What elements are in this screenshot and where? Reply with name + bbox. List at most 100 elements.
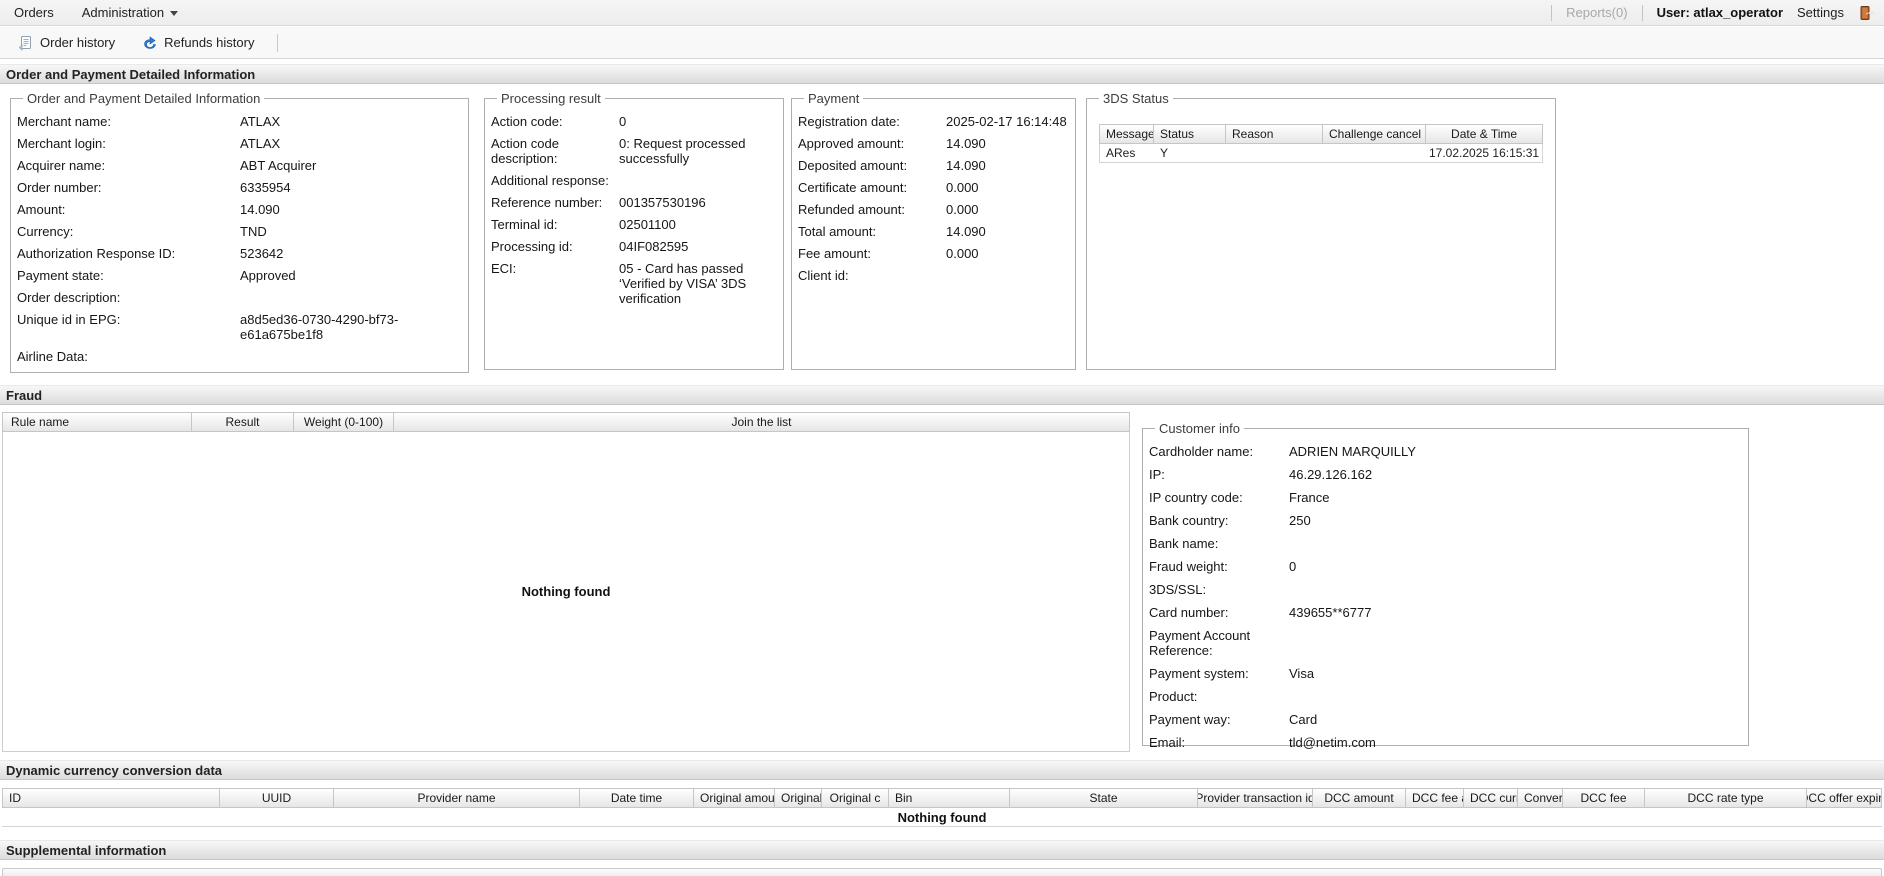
field-label: Airline Data:: [17, 349, 88, 364]
table-cell: [1226, 144, 1323, 162]
field-label: Product:: [1149, 689, 1198, 704]
field-label: Refunded amount:: [798, 202, 905, 217]
fraud-empty-state: Nothing found: [2, 432, 1130, 752]
field-value: 0.000: [946, 246, 979, 261]
field-label: Approved amount:: [798, 136, 905, 151]
page-title: Order and Payment Detailed Information: [6, 66, 256, 82]
field-row: Fee amount: 0.000: [798, 246, 1069, 261]
column-header: Original amount: [694, 789, 775, 807]
separator: [277, 33, 279, 52]
column-header: ID: [3, 789, 220, 807]
menu-orders[interactable]: Orders: [0, 0, 68, 26]
menu-settings[interactable]: Settings: [1797, 5, 1844, 20]
column-header: Status: [1154, 125, 1226, 143]
fraud-empty-text: Nothing found: [521, 584, 611, 599]
field-row: ECI: 05 - Card has passed ‘Verified by V…: [491, 261, 777, 306]
field-value: [240, 290, 462, 305]
field-value: 02501100: [619, 217, 676, 232]
field-value: 0.000: [946, 202, 979, 217]
field-label: Client id:: [798, 268, 849, 283]
column-header: Provider transaction id: [1198, 789, 1313, 807]
order-history-button[interactable]: Order history: [9, 31, 124, 55]
column-header: Join the list: [731, 415, 792, 429]
column-header: Challenge cancel: [1323, 125, 1426, 143]
field-label: IP country code:: [1149, 490, 1243, 505]
field-value: [1289, 689, 1742, 704]
field-row: Order description:: [17, 290, 462, 305]
menu-administration[interactable]: Administration: [68, 0, 192, 26]
field-row: Action code: 0: [491, 114, 777, 129]
column-header: DCC curr: [1464, 789, 1518, 807]
current-user-label: User: atlax_operator: [1656, 5, 1784, 20]
column-header: Provider name: [334, 789, 580, 807]
field-row: Bank name:: [1149, 536, 1742, 551]
refunds-history-button[interactable]: Refunds history: [133, 31, 263, 55]
threeds-status-fieldset: 3DS Status Message type Status Reason Ch…: [1086, 91, 1557, 370]
customer-info-rows: Cardholder name: ADRIEN MARQUILLY IP: 46…: [1149, 444, 1742, 750]
field-label: Payment Account Reference:: [1149, 628, 1251, 658]
field-row: Order number: 6335954: [17, 180, 462, 195]
supplemental-section-bar: Supplemental information: [0, 840, 1884, 860]
field-value: 2025-02-17 16:14:48: [946, 114, 1067, 129]
payment-fieldset: Payment Registration date: 2025-02-17 16…: [791, 91, 1076, 370]
threeds-status-legend: 3DS Status: [1103, 91, 1169, 106]
field-value: a8d5ed36-0730-4290-bf73-e61a675be1f8: [240, 312, 399, 342]
field-value: Card: [1289, 712, 1318, 727]
field-label: Amount:: [17, 202, 66, 217]
order-info-fieldset: Order and Payment Detailed Information M…: [10, 91, 469, 373]
processing-result-legend: Processing result: [501, 91, 601, 106]
field-value: [946, 268, 1069, 283]
column-header: State: [1010, 789, 1198, 807]
field-row: Certificate amount: 0.000: [798, 180, 1069, 195]
field-value: [1289, 582, 1742, 597]
column-header: Reason: [1226, 125, 1323, 143]
field-row: Fraud weight: 0: [1149, 559, 1742, 574]
chevron-down-icon: [170, 11, 179, 16]
menubar: Orders Administration Reports(0) User: a…: [0, 0, 1884, 26]
column-header: Date time: [580, 789, 694, 807]
order-info-legend: Order and Payment Detailed Information: [27, 91, 261, 106]
field-value: [1289, 536, 1742, 551]
supplemental-section-title: Supplemental information: [6, 842, 167, 858]
field-label: Acquirer name:: [17, 158, 106, 173]
field-label: 3DS/SSL:: [1149, 582, 1207, 597]
field-row: Deposited amount: 14.090: [798, 158, 1069, 173]
customer-info-legend: Customer info: [1159, 421, 1240, 436]
field-label: Unique id in EPG:: [17, 312, 121, 327]
field-row: Bank country: 250: [1149, 513, 1742, 528]
field-label: Certificate amount:: [798, 180, 908, 195]
document-history-icon: [18, 35, 34, 51]
field-row: Total amount: 14.090: [798, 224, 1069, 239]
field-value: 14.090: [946, 224, 986, 239]
processing-result-rows: Action code: 0 Action code description: …: [491, 114, 777, 306]
logout-door-icon[interactable]: [1858, 5, 1875, 21]
field-row: Refunded amount: 0.000: [798, 202, 1069, 217]
field-value: 0: [619, 114, 627, 129]
order-history-label: Order history: [40, 35, 116, 50]
menu-reports[interactable]: Reports(0): [1566, 5, 1627, 20]
threeds-table-row: ARes Y 17.02.2025 16:15:31: [1099, 144, 1544, 163]
field-value: [619, 173, 777, 188]
processing-result-fieldset: Processing result Action code: 0 Action …: [484, 91, 784, 370]
field-label: Action code description:: [491, 136, 559, 166]
field-label: Processing id:: [491, 239, 573, 254]
field-value: France: [1289, 490, 1330, 505]
table-cell: 17.02.2025 16:15:31: [1429, 146, 1540, 160]
separator: [1641, 4, 1643, 21]
field-row: Terminal id: 02501100: [491, 217, 777, 232]
field-row: Acquirer name: ABT Acquirer: [17, 158, 462, 173]
field-row: Client id:: [798, 268, 1069, 283]
table-cell: ARes: [1106, 146, 1136, 160]
field-label: ECI:: [491, 261, 517, 276]
table-cell: Y: [1160, 146, 1169, 160]
field-label: Merchant name:: [17, 114, 111, 129]
column-header: DCC offer expiry: [1807, 791, 1881, 805]
field-label: Email:: [1149, 735, 1186, 750]
field-label: Terminal id:: [491, 217, 558, 232]
field-value: Visa: [1289, 666, 1315, 681]
field-label: Order description:: [17, 290, 121, 305]
field-value: Approved: [240, 268, 296, 283]
field-label: Total amount:: [798, 224, 877, 239]
field-value: TND: [240, 224, 267, 239]
field-value: 0.000: [946, 180, 979, 195]
